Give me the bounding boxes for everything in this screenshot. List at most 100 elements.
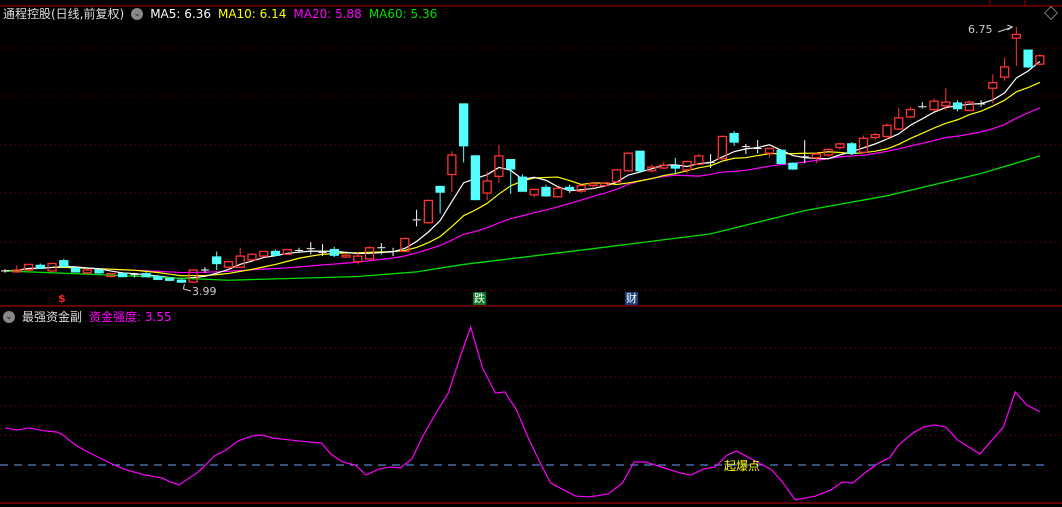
candle — [858, 135, 869, 154]
indicator-title[interactable]: 最强资金副 — [22, 308, 82, 325]
candle-body — [517, 176, 528, 192]
candle-body — [270, 250, 281, 256]
candle-body — [882, 124, 892, 138]
candle-body — [494, 155, 504, 177]
candle — [458, 103, 469, 163]
candle — [12, 265, 22, 273]
candle — [905, 106, 916, 118]
candle-body — [59, 260, 69, 267]
candle-body — [94, 269, 104, 274]
candle-body — [117, 273, 128, 278]
candle — [1, 269, 9, 273]
candle — [623, 152, 633, 172]
candle — [929, 98, 939, 112]
main-header: 通程控股(日线,前复权) ⌄ MA5: 6.36 MA10: 6.14 MA20… — [3, 5, 437, 22]
candle — [894, 107, 904, 130]
stock-chart[interactable] — [0, 0, 1062, 507]
candle — [412, 209, 421, 227]
candle-body — [506, 158, 516, 170]
candle — [564, 184, 575, 194]
low-arrow-icon — [182, 283, 192, 292]
candle-body — [82, 269, 92, 274]
candle — [670, 157, 680, 175]
indicator-value: 资金强度: 3.55 — [89, 310, 172, 324]
candle — [59, 258, 69, 268]
candle — [247, 253, 257, 261]
candle-body — [529, 188, 539, 196]
high-price-label: 6.75 — [968, 23, 993, 36]
candle-body — [212, 256, 222, 265]
candle-body — [635, 150, 645, 172]
candle-body — [541, 186, 551, 197]
candle-body — [964, 101, 974, 112]
candle-body — [952, 102, 963, 110]
candle-body — [623, 152, 633, 172]
candle-body — [847, 143, 857, 154]
candle — [389, 247, 398, 257]
candle-body — [870, 133, 880, 139]
ma60-value: MA60: 5.36 — [368, 6, 438, 21]
indicator-panel — [4, 325, 1041, 501]
fund-strength-line — [4, 325, 1041, 501]
candle-body — [482, 180, 492, 194]
candle-body — [764, 147, 775, 154]
ma20-value: MA20: 5.88 — [293, 6, 362, 21]
trigger-point-label: 起爆点 — [724, 459, 761, 473]
candle-body — [153, 275, 163, 280]
candle — [999, 57, 1010, 81]
finance-marker[interactable]: 财 — [625, 292, 638, 305]
candle — [164, 277, 175, 282]
candle — [494, 144, 504, 183]
candle — [977, 100, 986, 107]
candle — [811, 152, 822, 164]
candle — [306, 242, 315, 255]
candle — [835, 142, 845, 150]
candle-body — [247, 253, 257, 261]
candle-body — [447, 154, 457, 176]
candle — [176, 279, 187, 283]
chevron-down-icon[interactable]: ⌄ — [3, 310, 15, 323]
chevron-down-icon[interactable]: ⌄ — [131, 7, 144, 20]
candle-body — [941, 101, 951, 107]
candle-body — [999, 66, 1010, 78]
candle — [435, 185, 445, 214]
candlesticks — [1, 27, 1045, 283]
candle-body — [1023, 49, 1033, 68]
candle — [788, 162, 798, 170]
candle-body — [35, 264, 45, 269]
high-arrow-icon — [997, 24, 1014, 33]
candle — [635, 150, 645, 172]
candle — [1011, 27, 1022, 66]
candle-body — [729, 133, 739, 143]
candle — [23, 263, 34, 271]
ma5-value: MA5: 6.36 — [150, 6, 211, 21]
candle-body — [341, 254, 351, 258]
candle — [259, 250, 269, 258]
drop-marker[interactable]: 跌 — [473, 292, 486, 305]
candle-body — [894, 117, 904, 130]
candle-body — [600, 182, 610, 187]
candle — [529, 188, 539, 198]
candle — [470, 155, 481, 201]
candle — [282, 248, 292, 256]
candle — [70, 267, 81, 273]
candle — [270, 249, 281, 257]
candle-body — [259, 250, 269, 257]
ma10-value: MA10: 6.14 — [217, 6, 287, 21]
candle-body — [788, 162, 798, 170]
candle — [223, 260, 234, 269]
moving-average-lines — [4, 60, 1041, 281]
candle-body — [988, 82, 998, 89]
stock-title[interactable]: 通程控股(日线,前复权) — [3, 5, 124, 22]
candle-body — [423, 199, 434, 224]
candle — [870, 132, 880, 141]
candle — [447, 151, 457, 193]
candle — [35, 263, 45, 270]
candle — [423, 199, 434, 224]
candle — [918, 102, 927, 109]
dollar-marker[interactable]: $ — [57, 292, 67, 305]
candle-body — [929, 100, 939, 111]
candle — [94, 269, 104, 274]
candle — [341, 254, 351, 258]
candle-body — [435, 185, 445, 193]
